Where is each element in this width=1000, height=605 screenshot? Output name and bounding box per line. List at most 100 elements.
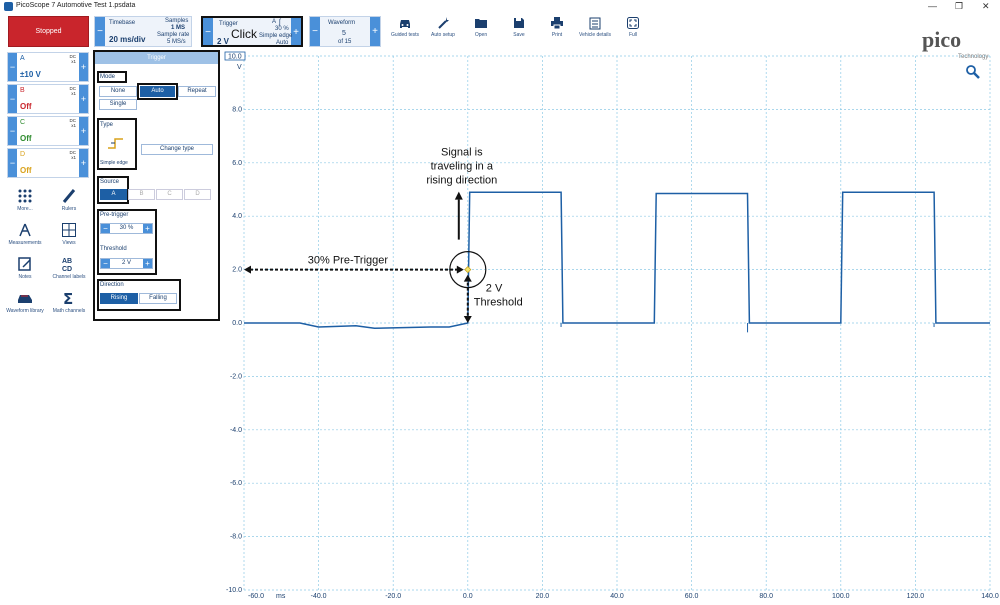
rising-edge-icon: ʃ xyxy=(279,19,281,26)
folder-icon xyxy=(475,19,487,28)
waveform-control: − + Waveform 5 of 15 xyxy=(309,16,381,47)
change-type-button[interactable]: Change type xyxy=(141,144,213,155)
source-b-button[interactable]: B xyxy=(128,189,155,200)
channel-d-range[interactable]: Off xyxy=(20,166,32,175)
threshold-stepper[interactable]: − 2 V + xyxy=(100,258,153,269)
timebase-control: − Timebase 20 ms/div Samples 1 MS Sample… xyxy=(94,16,192,47)
threshold-increase-button[interactable]: + xyxy=(143,259,152,268)
timebase-value[interactable]: 20 ms/div xyxy=(109,35,145,44)
source-a-button[interactable]: A xyxy=(100,189,127,200)
views-button[interactable]: Views xyxy=(47,222,91,246)
waveform-library-button[interactable]: Waveform library xyxy=(3,290,47,314)
waveform-next-button[interactable]: + xyxy=(370,17,380,46)
pretrigger-value[interactable]: 30 % xyxy=(111,225,142,231)
channel-a-name: A xyxy=(20,55,25,62)
y-tick-label: -8.0 xyxy=(230,534,242,541)
waveform-previous-button[interactable]: − xyxy=(310,17,320,46)
trigger-control[interactable]: − + Trigger Click 2 V A ʃ 30 % Simple ed… xyxy=(201,16,303,47)
waveform-label: Waveform xyxy=(328,20,356,26)
x-tick-label: 40.0 xyxy=(610,593,624,600)
full-screen-button[interactable]: Full xyxy=(611,15,655,47)
rulers-button[interactable]: Rulers xyxy=(47,188,91,212)
trigger-decrease-button[interactable]: − xyxy=(203,18,213,45)
scope-chart: -60.0 -40.0 -20.0 0.0 20.0 40.0 60.0 80.0 100.0 1… xyxy=(224,51,999,600)
svg-text:CD: CD xyxy=(62,266,72,272)
channel-c-decrease-button[interactable]: − xyxy=(8,117,17,145)
app-icon xyxy=(4,2,13,11)
scope-plot-area[interactable]: -60.0 -40.0 -20.0 0.0 20.0 40.0 60.0 80.0 100.0 1… xyxy=(222,50,1000,600)
direction-arrow-head xyxy=(454,191,463,200)
channel-a-control[interactable]: − A DC x1 ±10 V + xyxy=(7,52,89,82)
clipboard-icon xyxy=(589,17,601,30)
channel-d-decrease-button[interactable]: − xyxy=(8,149,17,177)
source-d-button[interactable]: D xyxy=(184,189,211,200)
signal-direction-annotation-line: traveling in a xyxy=(431,161,494,173)
guided-tests-label: Guided tests xyxy=(390,32,420,38)
y-tick-label: 2.0 xyxy=(232,267,242,274)
y-tick-label: 8.0 xyxy=(232,106,242,113)
channel-a-increase-button[interactable]: + xyxy=(79,53,88,81)
waveform-count: of 15 xyxy=(338,39,352,45)
threshold-value[interactable]: 2 V xyxy=(111,260,142,266)
math-channels-button[interactable]: Σ Math channels xyxy=(47,290,91,314)
trigger-increase-button[interactable]: + xyxy=(291,18,301,45)
timebase-decrease-button[interactable]: − xyxy=(95,17,105,46)
math-channels-label: Math channels xyxy=(52,308,86,314)
channel-c-increase-button[interactable]: + xyxy=(79,117,88,145)
y-tick-label: -4.0 xyxy=(230,427,242,434)
pretrigger-label: Pre-trigger xyxy=(100,212,129,218)
y-tick-label: -10.0 xyxy=(226,587,242,594)
channel-b-control[interactable]: − B DC x1 Off + xyxy=(7,84,89,114)
channel-d-increase-button[interactable]: + xyxy=(79,149,88,177)
svg-text:pico: pico xyxy=(922,27,961,52)
more-button[interactable]: More... xyxy=(3,188,47,212)
car-library-icon xyxy=(18,295,32,303)
notes-button[interactable]: Notes xyxy=(3,256,47,280)
channel-labels-button[interactable]: AB CD Channel labels xyxy=(47,256,91,280)
samples-label: Samples xyxy=(165,18,189,24)
timebase-label: Timebase xyxy=(109,20,136,26)
pretrigger-increase-button[interactable]: + xyxy=(143,224,152,233)
channel-b-increase-button[interactable]: + xyxy=(79,85,88,113)
channel-c-range[interactable]: Off xyxy=(20,134,32,143)
svg-text:AB: AB xyxy=(62,258,72,265)
mode-none-button[interactable]: None xyxy=(99,86,137,97)
pretrigger-arrow-right-head xyxy=(456,265,464,274)
run-stop-button[interactable]: Stopped xyxy=(8,16,89,47)
views-grid-icon xyxy=(62,223,76,237)
fullscreen-icon xyxy=(627,17,639,29)
mode-label: Mode xyxy=(100,74,116,80)
restore-button[interactable]: ❐ xyxy=(955,1,963,12)
measurements-button[interactable]: Measurements xyxy=(3,222,47,246)
annotation-overlay: 30% Pre-Trigger Signal is traveling in a ri… xyxy=(244,147,523,323)
channel-a-range[interactable]: ±10 V xyxy=(20,70,41,79)
toolbar: Stopped − Timebase 20 ms/div Samples 1 M… xyxy=(0,13,1000,60)
mode-repeat-button[interactable]: Repeat xyxy=(178,86,216,97)
direction-falling-button[interactable]: Falling xyxy=(139,293,177,304)
x-tick-label: 0.0 xyxy=(463,593,473,600)
channel-c-control[interactable]: − C DC x1 Off + xyxy=(7,116,89,146)
channel-b-name: B xyxy=(20,87,25,94)
pretrigger-stepper[interactable]: − 30 % + xyxy=(100,223,153,234)
x-tick-label: -20.0 xyxy=(385,593,401,600)
channel-b-decrease-button[interactable]: − xyxy=(8,85,17,113)
sample-rate-label: Sample rate xyxy=(157,32,190,38)
direction-rising-button[interactable]: Rising xyxy=(100,293,138,304)
channel-a-decrease-button[interactable]: − xyxy=(8,53,17,81)
sample-rate-value: 5 MS/s xyxy=(167,39,186,45)
channel-b-range[interactable]: Off xyxy=(20,102,32,111)
trigger-panel: Trigger Mode None Auto Repeat Single Typ… xyxy=(93,50,220,321)
waveform-library-label: Waveform library xyxy=(6,308,44,314)
channel-d-control[interactable]: − D DC x1 Off + xyxy=(7,148,89,178)
close-button[interactable]: ✕ xyxy=(982,1,990,12)
zoom-icon[interactable] xyxy=(966,65,980,79)
minimize-button[interactable]: — xyxy=(928,1,937,11)
threshold-decrease-button[interactable]: − xyxy=(101,259,110,268)
pretrigger-annotation-text: 30% Pre-Trigger xyxy=(308,255,389,267)
mode-single-button[interactable]: Single xyxy=(99,99,137,110)
mode-auto-button[interactable]: Auto xyxy=(140,86,175,97)
pretrigger-decrease-button[interactable]: − xyxy=(101,224,110,233)
y-tick-label: 4.0 xyxy=(232,213,242,220)
grid-dots-icon xyxy=(18,189,32,203)
source-c-button[interactable]: C xyxy=(156,189,183,200)
